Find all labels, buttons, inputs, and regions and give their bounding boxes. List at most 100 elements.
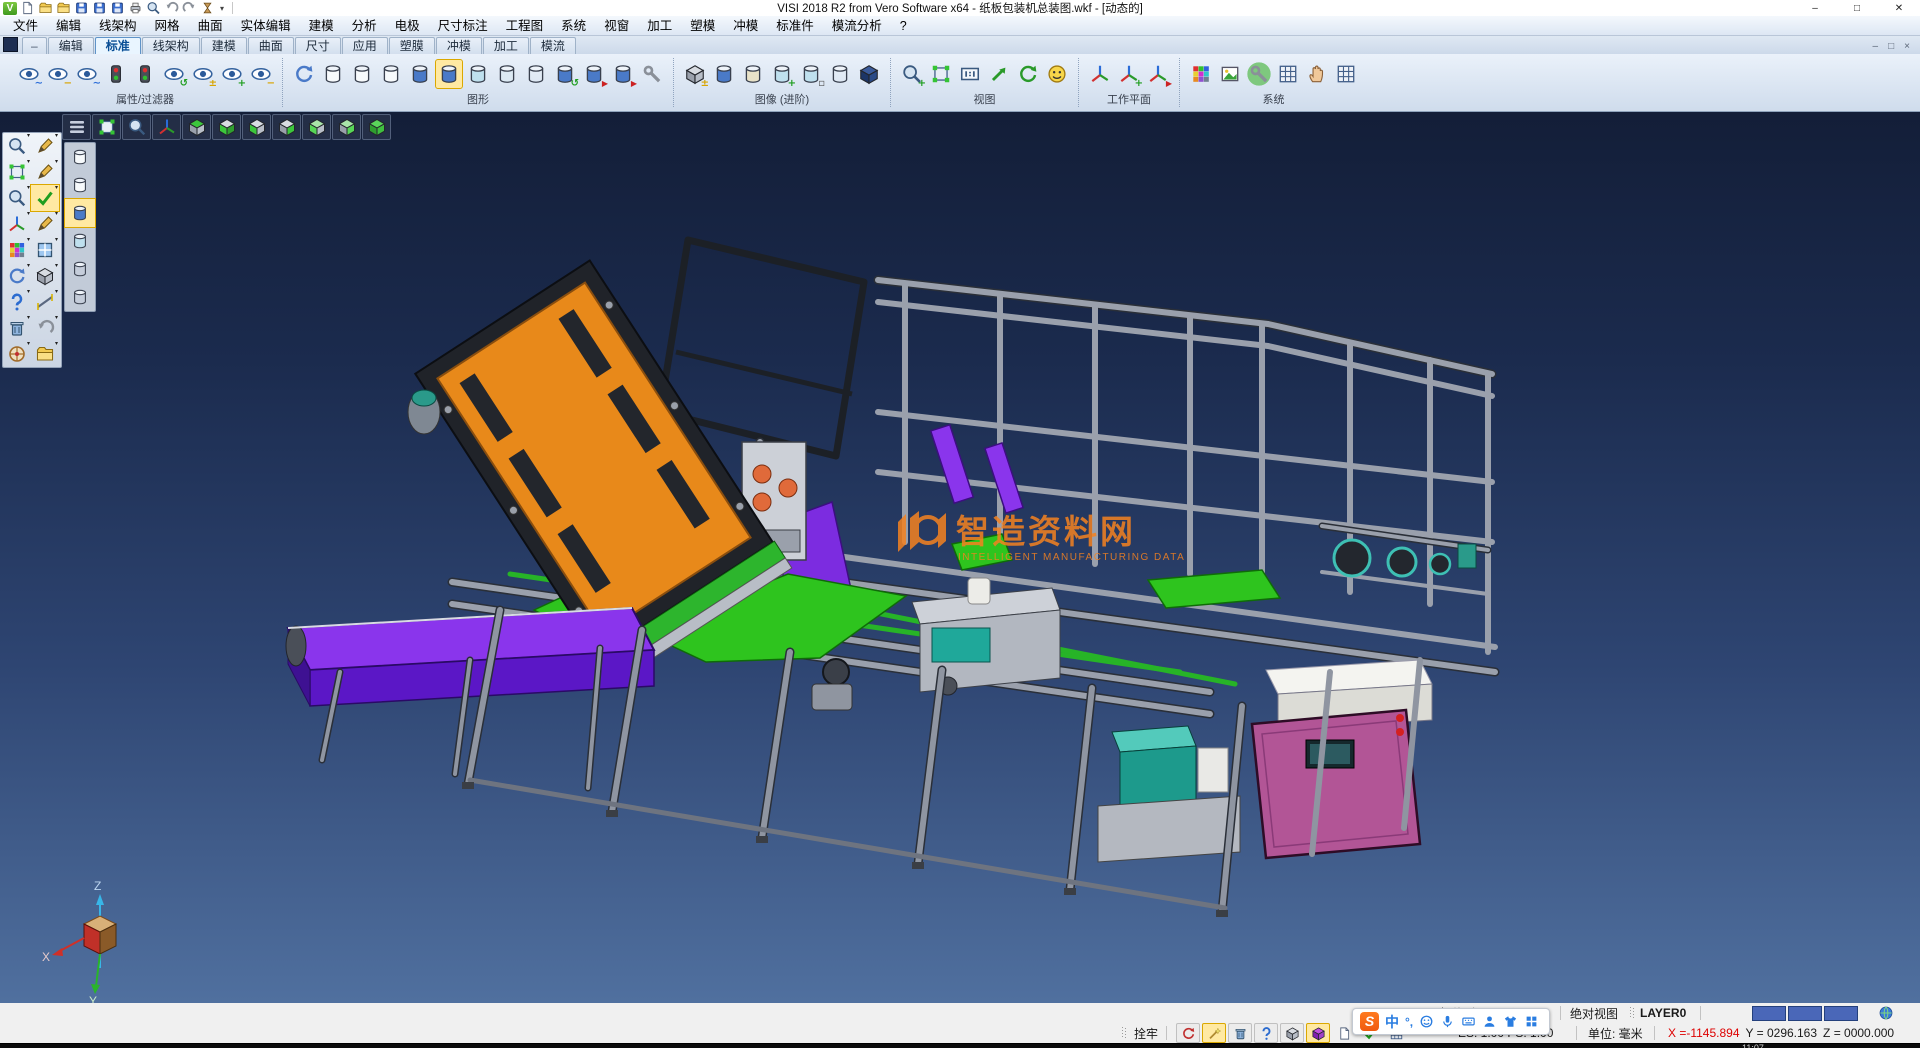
graphics-viewport[interactable]: 智造资料网 INTELLIGENT MANUFACTURING DATA Z X… bbox=[0, 112, 1920, 1004]
cylinder-solid-icon[interactable] bbox=[711, 60, 737, 88]
menu-flow-analysis[interactable]: 模流分析 bbox=[823, 16, 891, 36]
zoom-1-1-icon[interactable] bbox=[957, 60, 983, 88]
tab-application[interactable]: 应用 bbox=[342, 37, 388, 54]
menu-analysis[interactable]: 分析 bbox=[343, 16, 386, 36]
cylinder-update-icon[interactable] bbox=[581, 60, 607, 88]
eye-show-remove-icon[interactable] bbox=[248, 60, 274, 88]
ime-language-toggle[interactable]: 中 bbox=[1385, 1012, 1399, 1032]
tab-wireframe[interactable]: 线架构 bbox=[142, 37, 200, 54]
maximize-button[interactable]: □ bbox=[1836, 0, 1878, 16]
cylinder-wireframe-icon[interactable] bbox=[523, 60, 549, 88]
menu-modeling[interactable]: 建模 bbox=[300, 16, 343, 36]
menu-system[interactable]: 系统 bbox=[552, 16, 595, 36]
statusbar-grip[interactable] bbox=[1122, 1027, 1126, 1039]
image-settings-icon[interactable] bbox=[1217, 60, 1243, 88]
tab-machining[interactable]: 加工 bbox=[483, 37, 529, 54]
view-refresh-icon[interactable] bbox=[1015, 60, 1041, 88]
microphone-icon[interactable] bbox=[1440, 1014, 1455, 1029]
eye-attributes-icon[interactable] bbox=[16, 60, 42, 88]
tab-dimension[interactable]: 尺寸 bbox=[295, 37, 341, 54]
close-button[interactable]: ✕ bbox=[1878, 0, 1920, 16]
cylinder-striped-icon[interactable] bbox=[740, 60, 766, 88]
active-layer-indicator[interactable]: LAYER0 bbox=[1640, 1003, 1686, 1023]
soft-keyboard-icon[interactable] bbox=[1461, 1014, 1476, 1029]
tab-overflow-button[interactable]: – bbox=[22, 37, 47, 54]
menu-wireframe[interactable]: 线架构 bbox=[90, 16, 146, 36]
dynamic-arrow-icon[interactable] bbox=[986, 60, 1012, 88]
skin-shirt-icon[interactable] bbox=[1503, 1014, 1518, 1029]
tab-modeling[interactable]: 建模 bbox=[201, 37, 247, 54]
traffic-light-red-icon[interactable] bbox=[132, 60, 158, 88]
snap-rotate-icon[interactable] bbox=[1176, 1023, 1200, 1043]
cylinder-outline-icon-2[interactable] bbox=[349, 60, 375, 88]
globe-icon[interactable] bbox=[1878, 1003, 1894, 1023]
save-icon[interactable] bbox=[74, 1, 89, 15]
cylinder-light-icon[interactable] bbox=[465, 60, 491, 88]
toolbox-grid-icon[interactable] bbox=[1524, 1014, 1539, 1029]
menu-mould[interactable]: 塑模 bbox=[681, 16, 724, 36]
tab-edit[interactable]: 编辑 bbox=[48, 37, 94, 54]
tab-mould[interactable]: 塑膜 bbox=[389, 37, 435, 54]
mdi-restore-button[interactable]: □ bbox=[1888, 41, 1894, 52]
export-solid-icon[interactable] bbox=[1280, 1023, 1304, 1043]
snap-lock-label[interactable]: 拴牢 bbox=[1134, 1023, 1158, 1043]
cube-plus-minus-icon[interactable] bbox=[682, 60, 708, 88]
menu-window[interactable]: 视窗 bbox=[595, 16, 638, 36]
workplane-edit-icon[interactable] bbox=[1116, 60, 1142, 88]
eye-filter-icon[interactable] bbox=[74, 60, 100, 88]
menu-drawing[interactable]: 工程图 bbox=[497, 16, 553, 36]
render-tools-icon[interactable] bbox=[639, 60, 665, 88]
import-file-icon[interactable] bbox=[56, 1, 71, 15]
zoom-window-icon[interactable] bbox=[928, 60, 954, 88]
menu-file[interactable]: 文件 bbox=[4, 16, 47, 36]
menu-die[interactable]: 冲模 bbox=[724, 16, 767, 36]
ime-punctuation-toggle[interactable]: °, bbox=[1405, 1015, 1413, 1029]
view-mode-indicator[interactable]: 绝对视图 bbox=[1570, 1003, 1618, 1023]
tab-flow[interactable]: 模流 bbox=[530, 37, 576, 54]
magic-wand-icon[interactable] bbox=[1202, 1023, 1226, 1043]
user-account-icon[interactable] bbox=[1482, 1014, 1497, 1029]
recent-session-icon[interactable] bbox=[200, 1, 215, 15]
menu-mesh[interactable]: 网格 bbox=[146, 16, 189, 36]
menu-electrode[interactable]: 电极 bbox=[386, 16, 429, 36]
save-as-icon[interactable] bbox=[92, 1, 107, 15]
open-file-icon[interactable] bbox=[38, 1, 53, 15]
undo-icon[interactable] bbox=[164, 1, 179, 15]
cylinder-refresh-icon[interactable] bbox=[552, 60, 578, 88]
minimize-button[interactable]: – bbox=[1794, 0, 1836, 16]
selection-filter-icon[interactable] bbox=[1304, 60, 1330, 88]
filter-erase-icon[interactable] bbox=[1228, 1023, 1252, 1043]
statusbar-grip[interactable] bbox=[1630, 1007, 1634, 1019]
table-settings-icon[interactable] bbox=[1275, 60, 1301, 88]
print-icon[interactable] bbox=[128, 1, 143, 15]
regen-icon[interactable] bbox=[291, 60, 317, 88]
emoji-face-icon[interactable] bbox=[1419, 1014, 1434, 1029]
visi-logo-icon[interactable]: V bbox=[3, 2, 17, 15]
menu-machining[interactable]: 加工 bbox=[638, 16, 681, 36]
tab-surface[interactable]: 曲面 bbox=[248, 37, 294, 54]
cylinder-shaded-icon[interactable] bbox=[407, 60, 433, 88]
tab-standard[interactable]: 标准 bbox=[95, 37, 141, 54]
cube-shaded-dark-icon[interactable] bbox=[856, 60, 882, 88]
cylinder-shaded-selected-icon[interactable] bbox=[436, 60, 462, 88]
cylinder-wire-icon[interactable] bbox=[827, 60, 853, 88]
print-preview-icon[interactable] bbox=[146, 1, 161, 15]
menu-solid-edit[interactable]: 实体编辑 bbox=[232, 16, 300, 36]
menu-surface[interactable]: 曲面 bbox=[189, 16, 232, 36]
mdi-minimize-button[interactable]: – bbox=[1873, 41, 1879, 52]
redo-icon[interactable] bbox=[182, 1, 197, 15]
workplane-main-icon[interactable] bbox=[1087, 60, 1113, 88]
system-tools-icon[interactable] bbox=[1246, 60, 1272, 88]
workplane-align-icon[interactable] bbox=[1145, 60, 1171, 88]
context-help-icon[interactable] bbox=[1254, 1023, 1278, 1043]
cylinder-ghost-icon[interactable] bbox=[494, 60, 520, 88]
cylinder-copy-icon[interactable] bbox=[798, 60, 824, 88]
grid-settings-icon[interactable] bbox=[1333, 60, 1359, 88]
zoom-dynamic-icon[interactable] bbox=[899, 60, 925, 88]
save-all-icon[interactable] bbox=[110, 1, 125, 15]
cylinder-check-icon[interactable] bbox=[769, 60, 795, 88]
menu-standard-parts[interactable]: 标准件 bbox=[767, 16, 823, 36]
eye-refresh-icon[interactable] bbox=[161, 60, 187, 88]
color-palette-icon[interactable] bbox=[1188, 60, 1214, 88]
cylinder-outline-icon-1[interactable] bbox=[320, 60, 346, 88]
